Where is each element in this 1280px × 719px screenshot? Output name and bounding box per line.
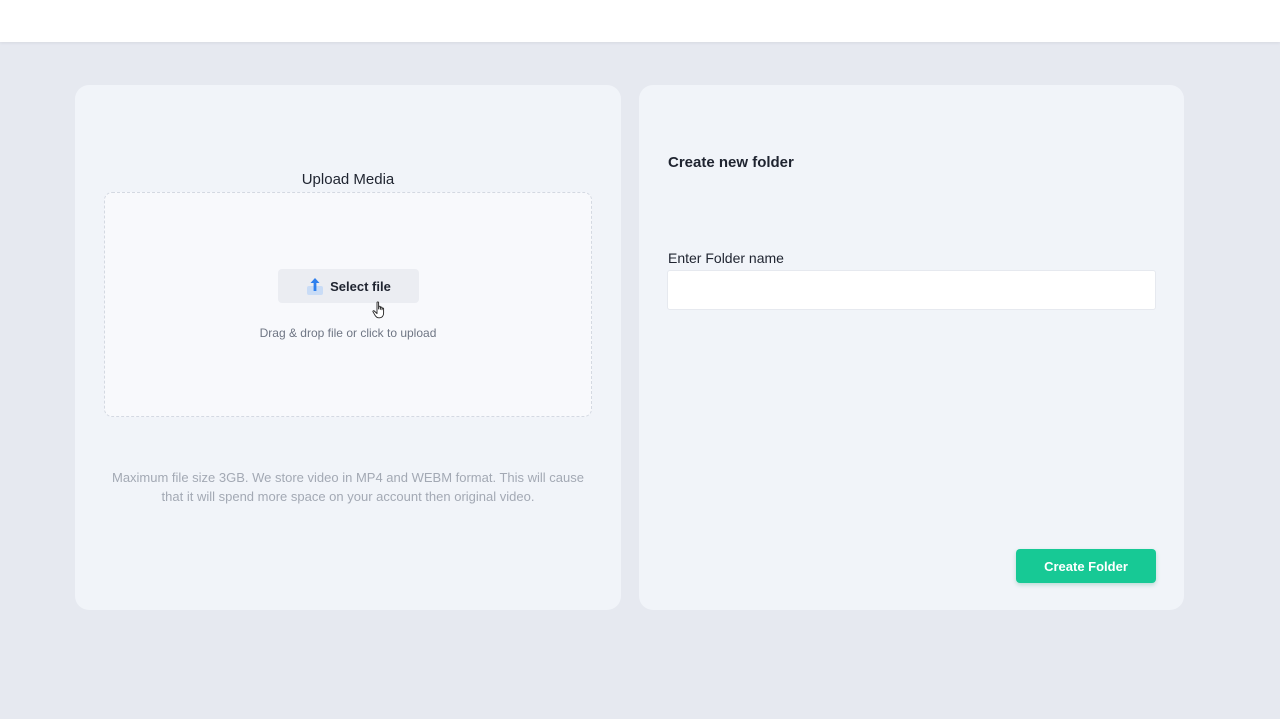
- folder-name-label: Enter Folder name: [668, 250, 784, 266]
- create-folder-title: Create new folder: [668, 154, 794, 171]
- upload-media-title: Upload Media: [301, 171, 395, 188]
- create-folder-button[interactable]: Create Folder: [1016, 549, 1156, 583]
- drop-hint-text: Drag & drop file or click to upload: [259, 326, 437, 340]
- select-file-button[interactable]: Select file: [278, 269, 419, 303]
- file-dropzone[interactable]: Select file Drag & drop file or click to…: [104, 192, 592, 417]
- create-folder-card: Create new folder Enter Folder name Crea…: [639, 85, 1184, 610]
- hand-pointer-cursor-icon: [372, 301, 385, 319]
- file-size-note: Maximum file size 3GB. We store video in…: [111, 470, 584, 504]
- upload-media-card: Upload Media Select file Drag & drop fil…: [75, 85, 621, 610]
- top-navigation-bar: [0, 0, 1280, 42]
- upload-arrow-icon: [306, 276, 324, 296]
- folder-name-input[interactable]: [667, 270, 1156, 310]
- select-file-label: Select file: [330, 278, 391, 294]
